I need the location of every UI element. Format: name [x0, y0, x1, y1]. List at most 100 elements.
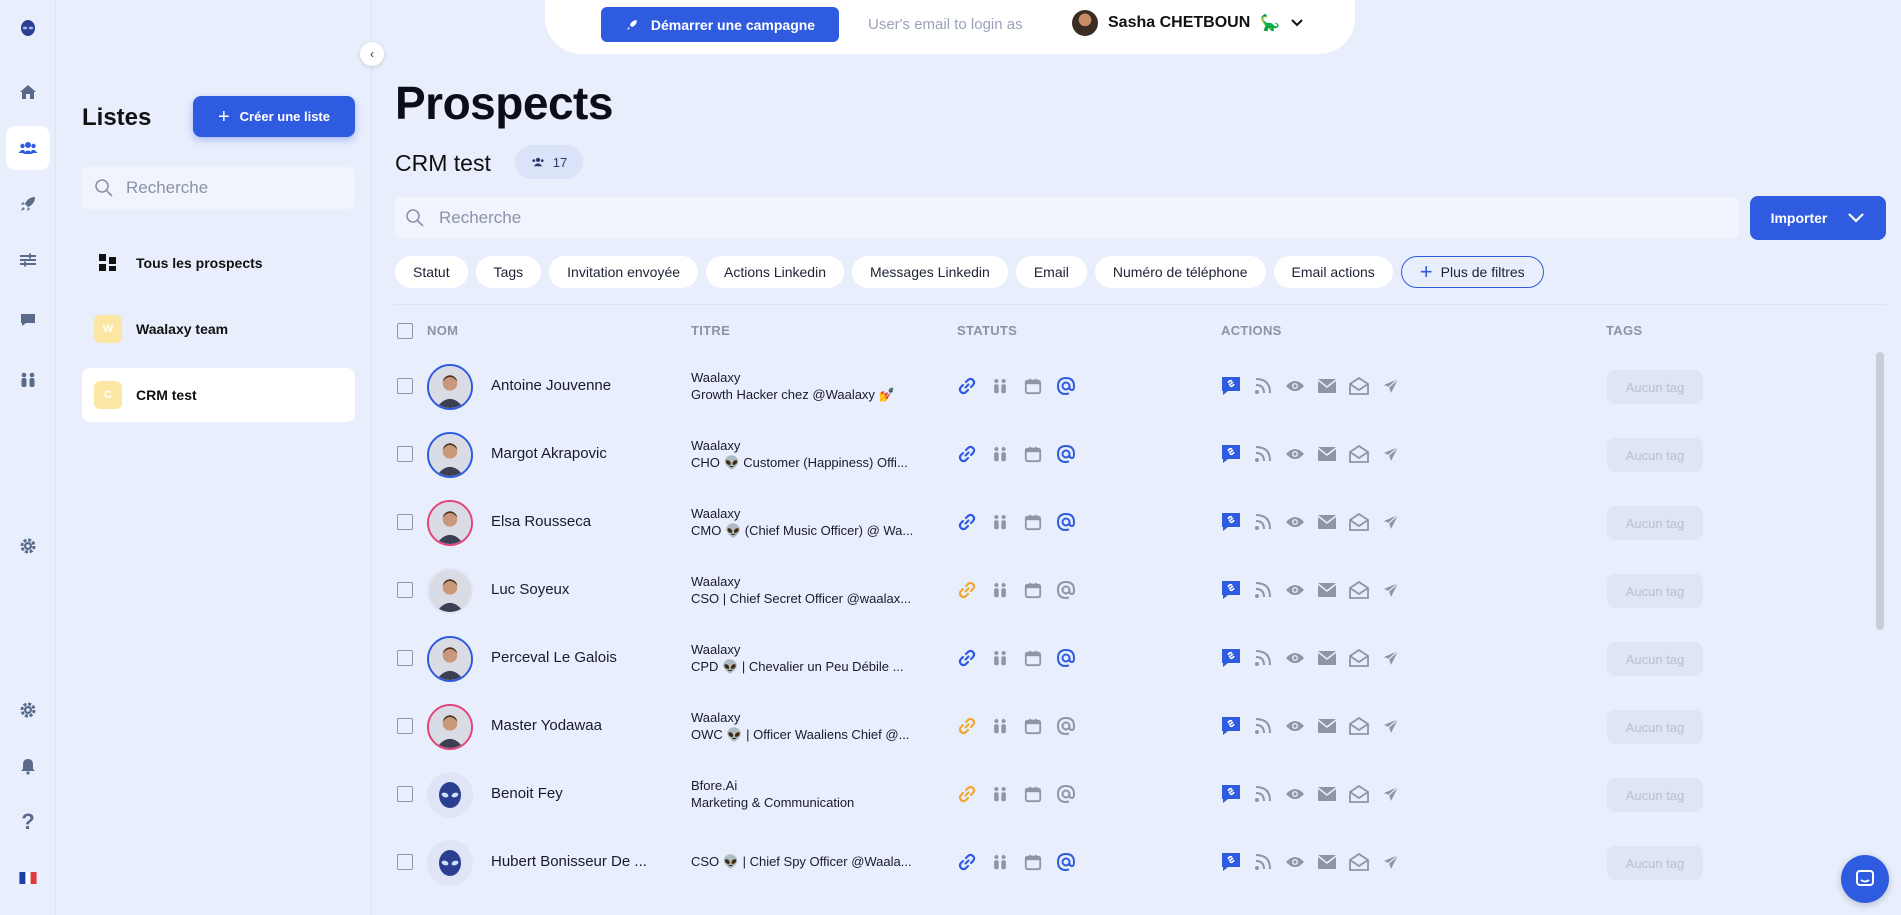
column-tags[interactable]: TAGS — [1606, 323, 1642, 338]
chat-icon[interactable] — [6, 298, 50, 342]
mail-icon[interactable] — [1315, 646, 1339, 670]
flag-fr-icon[interactable] — [6, 856, 50, 900]
filter-chip[interactable]: Email — [1015, 256, 1087, 288]
prospects-search-input[interactable]: Recherche — [395, 197, 1739, 239]
linkedin-connection-icon[interactable] — [955, 374, 979, 398]
people-icon[interactable] — [988, 578, 1012, 602]
prospect-name[interactable]: Master Yodawaa — [491, 717, 602, 734]
table-row[interactable]: Margot Akrapovic Waalaxy CHO 👽 Customer … — [395, 420, 1875, 488]
linkedin-connection-icon[interactable] — [955, 578, 979, 602]
rss-icon[interactable] — [1251, 782, 1275, 806]
group-icon[interactable] — [6, 358, 50, 402]
avatar[interactable] — [427, 636, 473, 682]
settings-icon[interactable] — [6, 688, 50, 732]
avatar[interactable] — [427, 568, 473, 614]
send-icon[interactable] — [1379, 510, 1403, 534]
scrollbar[interactable] — [1876, 352, 1884, 630]
collapse-panel-button[interactable]: ‹ — [360, 42, 384, 66]
tag-pill[interactable]: Aucun tag — [1607, 846, 1703, 880]
mail-open-icon[interactable] — [1347, 646, 1371, 670]
send-icon[interactable] — [1379, 850, 1403, 874]
table-row[interactable]: Elsa Rousseca Waalaxy CMO 👽 (Chief Music… — [395, 488, 1875, 556]
rss-icon[interactable] — [1251, 510, 1275, 534]
send-icon[interactable] — [1379, 646, 1403, 670]
send-icon[interactable] — [1379, 442, 1403, 466]
row-checkbox[interactable] — [397, 514, 413, 530]
calendar-icon[interactable] — [1021, 646, 1045, 670]
people-icon[interactable] — [988, 374, 1012, 398]
linkedin-connection-icon[interactable] — [955, 782, 979, 806]
create-list-button[interactable]: + Créer une liste — [193, 96, 355, 137]
filter-chip[interactable]: Tags — [475, 256, 542, 288]
column-actions[interactable]: ACTIONS — [1221, 323, 1282, 338]
linkedin-message-icon[interactable] — [1219, 782, 1243, 806]
filter-chip[interactable]: Statut — [395, 256, 468, 288]
row-checkbox[interactable] — [397, 786, 413, 802]
email-at-icon[interactable] — [1054, 374, 1078, 398]
rss-icon[interactable] — [1251, 374, 1275, 398]
list-item-all-prospects[interactable]: Tous les prospects — [82, 236, 355, 290]
calendar-icon[interactable] — [1021, 578, 1045, 602]
filter-chip[interactable]: Actions Linkedin — [706, 256, 844, 288]
mail-open-icon[interactable] — [1347, 510, 1371, 534]
column-name[interactable]: NOM — [427, 323, 458, 338]
linkedin-connection-icon[interactable] — [955, 442, 979, 466]
row-checkbox[interactable] — [397, 582, 413, 598]
settings-icon[interactable] — [6, 524, 50, 568]
filter-chip[interactable]: Messages Linkedin — [851, 256, 1008, 288]
rss-icon[interactable] — [1251, 442, 1275, 466]
avatar[interactable] — [427, 704, 473, 750]
calendar-icon[interactable] — [1021, 782, 1045, 806]
prospect-name[interactable]: Elsa Rousseca — [491, 513, 591, 530]
prospect-name[interactable]: Antoine Jouvenne — [491, 377, 611, 394]
avatar[interactable] — [427, 364, 473, 410]
list-item-crm-test[interactable]: C CRM test — [82, 368, 355, 422]
tag-pill[interactable]: Aucun tag — [1607, 642, 1703, 676]
avatar[interactable] — [427, 500, 473, 546]
prospect-name[interactable]: Luc Soyeux — [491, 581, 569, 598]
users-icon[interactable] — [6, 126, 50, 170]
tag-pill[interactable]: Aucun tag — [1607, 574, 1703, 608]
linkedin-message-icon[interactable] — [1219, 646, 1243, 670]
row-checkbox[interactable] — [397, 650, 413, 666]
rss-icon[interactable] — [1251, 714, 1275, 738]
more-filters-button[interactable]: + Plus de filtres — [1400, 256, 1544, 288]
tag-pill[interactable]: Aucun tag — [1607, 370, 1703, 404]
eye-icon[interactable] — [1283, 646, 1307, 670]
table-row[interactable]: Hubert Bonisseur De ... CSO 👽 | Chief Sp… — [395, 828, 1875, 896]
select-all-checkbox[interactable] — [397, 323, 413, 339]
people-icon[interactable] — [988, 646, 1012, 670]
email-at-icon[interactable] — [1054, 646, 1078, 670]
sliders-icon[interactable] — [6, 238, 50, 282]
mail-icon[interactable] — [1315, 850, 1339, 874]
people-icon[interactable] — [988, 714, 1012, 738]
calendar-icon[interactable] — [1021, 510, 1045, 534]
mail-open-icon[interactable] — [1347, 714, 1371, 738]
tag-pill[interactable]: Aucun tag — [1607, 438, 1703, 472]
home-icon[interactable] — [6, 70, 50, 114]
logo-icon[interactable] — [6, 6, 50, 50]
table-row[interactable]: Antoine Jouvenne Waalaxy Growth Hacker c… — [395, 352, 1875, 420]
rocket-icon[interactable] — [6, 182, 50, 226]
avatar[interactable] — [427, 840, 473, 886]
calendar-icon[interactable] — [1021, 714, 1045, 738]
row-checkbox[interactable] — [397, 446, 413, 462]
linkedin-message-icon[interactable] — [1219, 714, 1243, 738]
column-statuses[interactable]: STATUTS — [957, 323, 1017, 338]
rss-icon[interactable] — [1251, 850, 1275, 874]
linkedin-connection-icon[interactable] — [955, 646, 979, 670]
rss-icon[interactable] — [1251, 578, 1275, 602]
rss-icon[interactable] — [1251, 646, 1275, 670]
email-at-icon[interactable] — [1054, 510, 1078, 534]
eye-icon[interactable] — [1283, 850, 1307, 874]
tag-pill[interactable]: Aucun tag — [1607, 778, 1703, 812]
eye-icon[interactable] — [1283, 374, 1307, 398]
people-icon[interactable] — [988, 782, 1012, 806]
mail-open-icon[interactable] — [1347, 578, 1371, 602]
linkedin-message-icon[interactable] — [1219, 578, 1243, 602]
support-chat-button[interactable] — [1841, 855, 1889, 903]
eye-icon[interactable] — [1283, 714, 1307, 738]
start-campaign-button[interactable]: Démarrer une campagne — [601, 7, 839, 42]
avatar[interactable] — [427, 772, 473, 818]
email-at-icon[interactable] — [1054, 442, 1078, 466]
